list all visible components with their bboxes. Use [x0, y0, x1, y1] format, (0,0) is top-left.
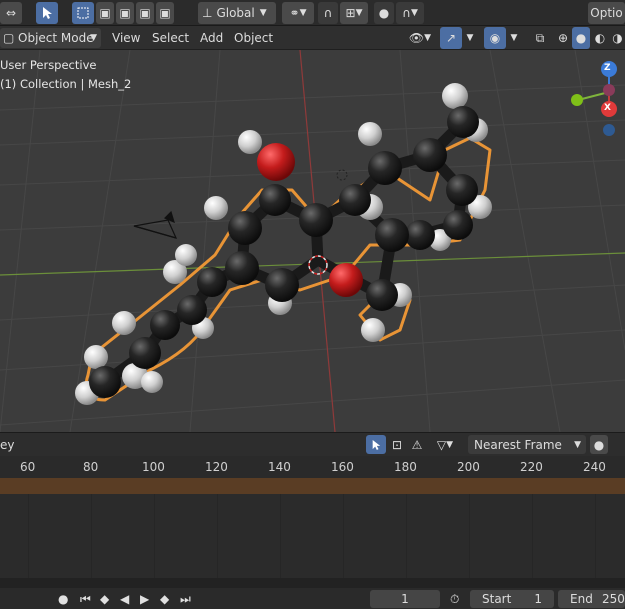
- grid-line: [154, 494, 155, 578]
- filter-dropdown[interactable]: ▽ ▼: [430, 435, 460, 454]
- timeline-header: ey ⊡ ⚠ ▽ ▼ Nearest Frame ▼ ●: [0, 432, 625, 456]
- timeline-area[interactable]: [0, 494, 625, 578]
- snap-toggle-icon[interactable]: ∩: [318, 2, 338, 24]
- start-label: Start: [482, 592, 512, 606]
- prev-keyframe-icon[interactable]: ◆: [100, 592, 109, 606]
- select-box-subtract-icon[interactable]: ▣: [116, 2, 134, 24]
- play-reverse-icon[interactable]: ◀: [120, 592, 129, 606]
- tick-label: 200: [457, 460, 480, 474]
- mode-value: Object Mode: [18, 31, 94, 45]
- grid-line: [532, 494, 533, 578]
- timeline-scrollbar[interactable]: [0, 578, 625, 588]
- grid-line: [469, 494, 470, 578]
- transform-orientation-value: Global: [216, 6, 255, 20]
- chevron-down-icon: ▼: [574, 439, 581, 450]
- material-shading-icon[interactable]: ◐: [592, 27, 608, 49]
- collection-info-label: (1) Collection | Mesh_2: [0, 77, 132, 91]
- start-value: 1: [534, 592, 542, 606]
- grid-line: [406, 494, 407, 578]
- tick-label: 60: [20, 460, 36, 474]
- orientation-icon: ⊥: [202, 6, 213, 20]
- falloff-dropdown[interactable]: ∩ ▼: [396, 2, 424, 24]
- solid-shading-icon[interactable]: ●: [572, 27, 590, 49]
- select-cursor-icon[interactable]: [366, 435, 386, 454]
- object-mode-icon: ▢: [3, 31, 15, 45]
- view-name-label: User Perspective: [0, 58, 97, 72]
- grid-line: [595, 494, 596, 578]
- proportional-edit-icon[interactable]: ●: [374, 2, 394, 24]
- tick-label: 100: [142, 460, 165, 474]
- menu-view[interactable]: View: [106, 29, 146, 47]
- end-label: End: [570, 592, 593, 606]
- mode-dropdown[interactable]: ▢ Object Mode ▼: [0, 28, 101, 48]
- tick-label: 220: [520, 460, 543, 474]
- select-box-new-icon[interactable]: [72, 2, 94, 24]
- current-frame-field[interactable]: 1: [370, 590, 440, 608]
- overlays-icon[interactable]: ◉: [484, 27, 506, 49]
- grid-line: [280, 494, 281, 578]
- snap-keyframes-icon[interactable]: ⊡: [388, 435, 406, 454]
- grid-line: [91, 494, 92, 578]
- frame-range-band: [0, 478, 625, 494]
- viewport-header: ▢ Object Mode ▼ View Select Add Object 👁…: [0, 26, 625, 50]
- wireframe-shading-icon[interactable]: ⊕: [554, 27, 572, 49]
- options-button[interactable]: Optio: [588, 2, 625, 24]
- chevron-down-icon: ▼: [90, 33, 97, 43]
- chevron-down-icon[interactable]: ▼: [508, 27, 520, 49]
- visibility-dropdown[interactable]: 👁 ▼: [405, 27, 435, 49]
- menu-select[interactable]: Select: [146, 29, 195, 47]
- gizmo-z-label[interactable]: Z: [604, 63, 611, 73]
- record-icon[interactable]: ●: [58, 592, 68, 606]
- grid-line: [28, 494, 29, 578]
- gizmo-toggle-icon[interactable]: ↗: [440, 27, 462, 49]
- jump-end-icon[interactable]: ⏭: [180, 592, 191, 607]
- chevron-down-icon[interactable]: ▼: [464, 27, 476, 49]
- tick-label: 180: [394, 460, 417, 474]
- tick-label: 80: [83, 460, 99, 474]
- tick-label: 120: [205, 460, 228, 474]
- tick-label: 240: [583, 460, 606, 474]
- jump-start-icon[interactable]: ⏮: [80, 592, 91, 607]
- tick-label: 160: [331, 460, 354, 474]
- snap-mode-dropdown[interactable]: Nearest Frame ▼: [468, 435, 586, 454]
- camera-object: [133, 210, 178, 239]
- start-frame-field[interactable]: Start 1: [470, 590, 554, 608]
- 3d-viewport[interactable]: User Perspective (1) Collection | Mesh_2…: [0, 50, 625, 432]
- grid-line: [343, 494, 344, 578]
- select-box-extend-icon[interactable]: ▣: [96, 2, 114, 24]
- tick-label: 140: [268, 460, 291, 474]
- end-value: 250: [602, 592, 625, 606]
- auto-keying-icon[interactable]: ●: [590, 435, 608, 454]
- timeline-menu-keying[interactable]: ey: [0, 436, 20, 454]
- snap-mode-value: Nearest Frame: [474, 437, 562, 452]
- select-cursor-icon[interactable]: [36, 2, 58, 24]
- select-box-invert-icon[interactable]: ▣: [136, 2, 154, 24]
- rendered-shading-icon[interactable]: ◑: [610, 27, 625, 49]
- pivot-point-dropdown[interactable]: ⚭ ▼: [282, 2, 314, 24]
- top-toolbar: ⇔ ▣ ▣ ▣ ▣ ⊥ Global ▼ ⚭ ▼ ∩ ⊞ ▼ ● ∩ ▼ Opt…: [0, 0, 625, 26]
- snap-mode-dropdown[interactable]: ⊞ ▼: [340, 2, 368, 24]
- menu-add[interactable]: Add: [194, 29, 229, 47]
- playback-bar: ● ⏮ ◆ ◀ ▶ ◆ ⏭ 1 ⏱ Start 1 End 250: [0, 588, 625, 609]
- stopwatch-icon[interactable]: ⏱: [450, 592, 459, 607]
- transform-orientation-dropdown[interactable]: ⊥ Global ▼: [198, 2, 276, 24]
- transform-icon[interactable]: ⇔: [0, 2, 22, 24]
- xray-icon[interactable]: ⧉: [530, 27, 550, 49]
- chevron-down-icon: ▼: [259, 8, 267, 18]
- gizmo-x-label[interactable]: X: [604, 103, 611, 113]
- timeline-ruler[interactable]: 60 80 100 120 140 160 180 200 220 240: [0, 456, 625, 478]
- play-icon[interactable]: ▶: [140, 592, 149, 606]
- menu-object[interactable]: Object: [228, 29, 279, 47]
- end-frame-field[interactable]: End 250: [558, 590, 625, 608]
- warning-icon[interactable]: ⚠: [408, 435, 426, 454]
- grid-line: [217, 494, 218, 578]
- select-box-intersect-icon[interactable]: ▣: [156, 2, 174, 24]
- next-keyframe-icon[interactable]: ◆: [160, 592, 169, 606]
